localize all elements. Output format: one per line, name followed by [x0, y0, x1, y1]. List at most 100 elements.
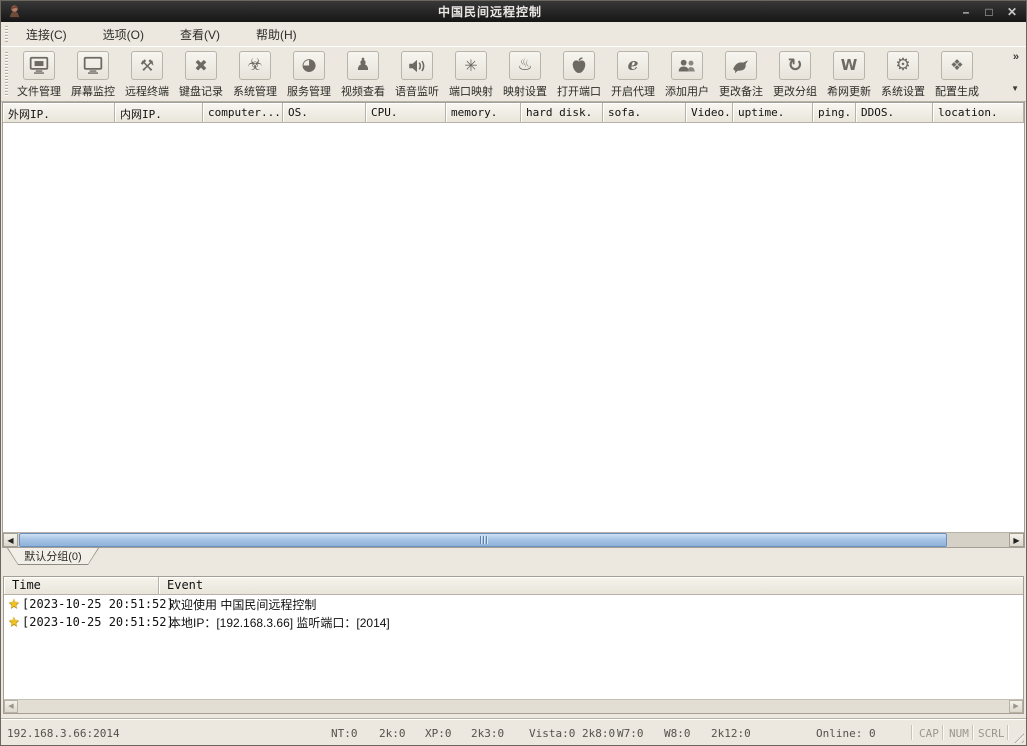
client-list-body[interactable] [3, 123, 1024, 532]
update-icon: W [833, 51, 865, 80]
video-view-icon: ♟ [347, 51, 379, 80]
file-manager-icon [23, 51, 55, 80]
toolbar-button[interactable]: ✳ 端口映射 [444, 48, 498, 99]
event-scroll-right-arrow-icon[interactable]: ▶ [1009, 700, 1023, 713]
system-settings-icon: ⚙ [887, 51, 919, 80]
menu-bar: 连接(C) 选项(O) 查看(V) 帮助(H) [1, 22, 1026, 46]
menu-item[interactable]: 选项(O) [91, 23, 156, 46]
group-tab-label: 默认分组(0) [24, 550, 82, 563]
window-title: 中国民间远程控制 [437, 5, 542, 19]
toolbar-button[interactable]: 添加用户 [660, 48, 714, 99]
config-generate-icon: ❖ [941, 51, 973, 80]
toolbar-button[interactable]: 屏幕监控 [66, 48, 120, 99]
scroll-left-arrow-icon[interactable]: ◀ [3, 533, 18, 547]
resize-grip-icon[interactable] [1010, 729, 1024, 743]
event-log-panel: Time Event ★ [2023-10-25 20:51:52] 欢迎使用 … [3, 576, 1024, 714]
toolbar-overflow-chevron-icon[interactable]: » [1013, 51, 1019, 63]
column-header[interactable]: uptime. [733, 103, 813, 123]
toolbar: » ▼ 文件管理 屏幕监控 ⚒ 远程终端 ✖ 键盘记录 ☣ 系统管理 ◕ 服务管… [1, 46, 1026, 102]
toolbar-button[interactable]: ♟ 视频查看 [336, 48, 390, 99]
screen-monitor-icon [77, 51, 109, 80]
column-header[interactable]: 外网IP. [3, 103, 115, 123]
toolbar-button[interactable]: ↻ 更改分组 [768, 48, 822, 99]
remote-terminal-icon: ⚒ [131, 51, 163, 80]
star-icon: ★ [8, 596, 20, 611]
app-window: 中国民间远程控制 – □ ✕ 连接(C) 选项(O) 查看(V) 帮助(H) »… [0, 0, 1027, 746]
open-port-icon [563, 51, 595, 80]
toolbar-button[interactable]: ☣ 系统管理 [228, 48, 282, 99]
column-header[interactable]: sofa. [603, 103, 686, 123]
listen-address: 192.168.3.66:2014 [7, 727, 120, 740]
time-column-header[interactable]: Time [4, 577, 159, 594]
toolbar-gripper[interactable] [5, 52, 8, 96]
horizontal-scrollbar[interactable]: ◀ ▶ [3, 532, 1024, 547]
online-count: Online: 0 [816, 727, 876, 740]
group-tab[interactable]: 默认分组(0) [7, 548, 99, 565]
scrollbar-grip-icon [479, 536, 487, 544]
os-count: 2k:0 [379, 727, 406, 740]
lock-key-indicator: NUM [949, 727, 969, 740]
title-bar: 中国民间远程控制 – □ ✕ [1, 1, 1026, 22]
keylogger-icon: ✖ [185, 51, 217, 80]
toolbar-button[interactable]: W 希网更新 [822, 48, 876, 99]
scrollbar-thumb[interactable] [19, 533, 947, 547]
toolbar-button[interactable]: ✖ 键盘记录 [174, 48, 228, 99]
service-management-icon: ◕ [293, 51, 325, 80]
status-bar: 192.168.3.66:2014 Online: 0 NT:0 2k:0 XP:0… [1, 721, 1026, 745]
column-header[interactable]: OS. [283, 103, 366, 123]
toolbar-button[interactable]: 更改备注 [714, 48, 768, 99]
minimize-button[interactable]: – [958, 4, 974, 20]
column-header[interactable]: Video. [686, 103, 733, 123]
toolbar-button[interactable]: 语音监听 [390, 48, 444, 99]
column-header[interactable]: memory. [446, 103, 521, 123]
toolbar-button[interactable]: ⚒ 远程终端 [120, 48, 174, 99]
change-note-icon [725, 51, 757, 80]
event-column-header[interactable]: Event [159, 577, 1023, 594]
column-header[interactable]: hard disk. [521, 103, 603, 123]
toolbar-button[interactable]: ❖ 配置生成 [930, 48, 984, 99]
client-list-header: 外网IP. 内网IP. computer... OS. CPU. memory.… [3, 103, 1024, 123]
system-management-icon: ☣ [239, 51, 271, 80]
toolbar-button[interactable]: e 开启代理 [606, 48, 660, 99]
os-count: W7:0 [617, 727, 644, 740]
event-log-body: ★ [2023-10-25 20:51:52] 欢迎使用 中国民间远程控制 ★ … [4, 595, 1023, 699]
os-count: XP:0 [425, 727, 452, 740]
port-mapping-icon: ✳ [455, 51, 487, 80]
lock-key-indicator: SCRL [978, 727, 1005, 740]
event-log-row[interactable]: ★ [2023-10-25 20:51:52] 本地IP：[192.168.3.… [4, 613, 1023, 631]
column-header[interactable]: computer... [203, 103, 283, 123]
mapping-settings-icon: ♨ [509, 51, 541, 80]
client-list-panel: 外网IP. 内网IP. computer... OS. CPU. memory.… [2, 102, 1025, 548]
toolbar-button[interactable]: ⚙ 系统设置 [876, 48, 930, 99]
os-count: 2k12:0 [711, 727, 751, 740]
event-time: [2023-10-25 20:51:52] [22, 597, 174, 611]
menu-item[interactable]: 查看(V) [168, 23, 232, 46]
event-scroll-left-arrow-icon[interactable]: ◀ [4, 700, 18, 713]
app-icon [9, 5, 20, 18]
event-log-header: Time Event [4, 577, 1023, 595]
toolbar-overflow-dropdown-icon[interactable]: ▼ [1011, 84, 1019, 93]
group-tab-row: 默认分组(0) [1, 548, 1026, 569]
column-header[interactable]: CPU. [366, 103, 446, 123]
scrollbar-track[interactable] [948, 533, 1008, 547]
menu-item[interactable]: 连接(C) [14, 23, 79, 46]
close-button[interactable]: ✕ [1004, 4, 1020, 20]
toolbar-button[interactable]: ◕ 服务管理 [282, 48, 336, 99]
toolbar-button[interactable]: 文件管理 [12, 48, 66, 99]
event-log-scrollbar[interactable]: ◀ ▶ [4, 699, 1023, 713]
event-text: 欢迎使用 中国民间远程控制 [169, 597, 317, 612]
event-time: [2023-10-25 20:51:52] [22, 615, 174, 629]
lock-key-indicator: CAP [919, 727, 939, 740]
column-header[interactable]: location. [933, 103, 1024, 123]
column-header[interactable]: DDOS. [856, 103, 933, 123]
os-count: NT:0 [331, 727, 358, 740]
column-header[interactable]: ping. [813, 103, 856, 123]
scroll-right-arrow-icon[interactable]: ▶ [1009, 533, 1024, 547]
menubar-gripper[interactable] [5, 26, 8, 42]
maximize-button[interactable]: □ [981, 4, 997, 20]
toolbar-button[interactable]: ♨ 映射设置 [498, 48, 552, 99]
menu-item[interactable]: 帮助(H) [244, 23, 309, 46]
column-header[interactable]: 内网IP. [115, 103, 203, 123]
toolbar-button[interactable]: 打开端口 [552, 48, 606, 99]
event-log-row[interactable]: ★ [2023-10-25 20:51:52] 欢迎使用 中国民间远程控制 [4, 595, 1023, 613]
